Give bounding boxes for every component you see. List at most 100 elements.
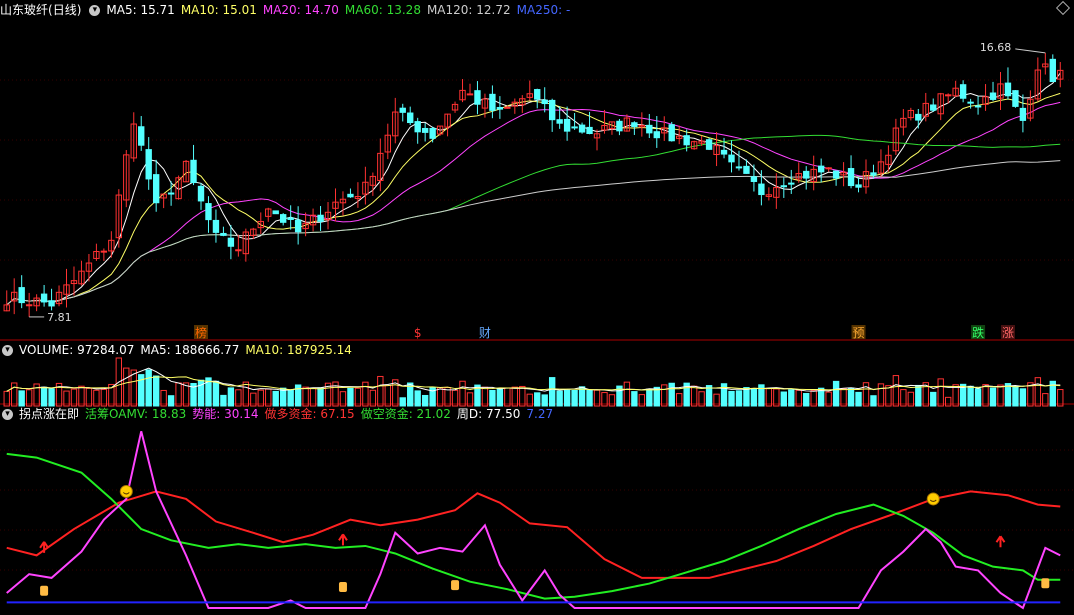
volume-bar [302, 386, 309, 407]
volume-bar [220, 394, 227, 407]
volume-bar [870, 395, 877, 407]
event-marker: $ [414, 326, 422, 340]
hand-pointer-icon [338, 581, 347, 592]
candle-body [227, 237, 235, 247]
candle-body [930, 104, 937, 111]
candles [3, 52, 1064, 317]
candle-body [728, 154, 735, 163]
volume-bar [832, 380, 840, 407]
candle-body [421, 127, 429, 133]
volume-ma-5 [6, 367, 1061, 392]
volume-bar [668, 382, 675, 407]
candle-body [100, 250, 108, 253]
candle-body [974, 105, 982, 108]
volume-bar [167, 395, 175, 407]
volume-bar [489, 389, 496, 407]
candle-body [466, 93, 474, 96]
low-label: 7.81 [47, 311, 72, 324]
volume-bar [885, 385, 892, 407]
volume-bar [18, 390, 25, 407]
volume-bar [735, 390, 743, 407]
volume-bar [265, 388, 272, 407]
candle-body [847, 168, 855, 187]
event-marker: 跌 [972, 325, 984, 340]
volume-bar [586, 389, 593, 407]
volume-bar [384, 384, 391, 407]
volume-bar [309, 387, 317, 407]
volume-bar [317, 387, 324, 407]
volume-bar [548, 377, 556, 407]
volume-bar [967, 385, 974, 407]
volume-bar [556, 390, 563, 407]
volume-bar [765, 387, 773, 407]
volume-bar [1012, 385, 1019, 407]
up-arrow-icon [338, 533, 348, 546]
high-label: 16.68 [980, 41, 1012, 54]
volume-bar [511, 386, 519, 407]
candle-body [1012, 90, 1019, 107]
candle-body [212, 219, 220, 233]
smiley-icon [119, 484, 133, 498]
volume-bar [48, 388, 55, 407]
candle-body [294, 219, 302, 233]
candle-body [967, 101, 974, 104]
volume-bar [287, 389, 294, 407]
candle-body [48, 300, 55, 307]
volume-bar [145, 369, 152, 407]
event-markers: 榜 $ 财 预 跌 涨 [194, 325, 1015, 340]
volume-bar [780, 391, 787, 407]
candle-body [758, 183, 765, 196]
volume-bar [877, 383, 885, 407]
candle-body [683, 135, 690, 146]
volume-bar [70, 388, 78, 407]
candle-body [616, 120, 623, 132]
volume-bar [11, 382, 18, 407]
candle-body [631, 122, 638, 128]
candle-body [489, 93, 496, 111]
candle-body [989, 92, 997, 100]
volume-bar [705, 385, 713, 407]
volume-bars [3, 357, 1064, 407]
volume-bar [997, 384, 1004, 407]
hand-pointer-icon [451, 580, 460, 591]
volume-bar [631, 391, 638, 407]
volume-bar [1004, 383, 1012, 407]
chart-canvas: 16.68 7.81 榜 $ 财 预 跌 涨 [0, 41, 1074, 610]
volume-bar [504, 387, 511, 407]
candle-body [287, 217, 294, 220]
candle-body [1049, 58, 1056, 83]
candle-body [578, 124, 586, 133]
candle-body [399, 107, 406, 113]
candle-body [803, 170, 810, 179]
candle-body [504, 106, 511, 109]
volume-bar [728, 390, 735, 407]
volume-bar [974, 388, 982, 407]
candle-body [832, 170, 840, 179]
volume-bar [646, 388, 653, 407]
volume-bar [944, 396, 952, 407]
candle-body [138, 126, 145, 146]
ma-line-ma20 [6, 101, 1061, 306]
high-arrow [1015, 48, 1046, 54]
candle-body [145, 149, 152, 180]
candle-body [944, 94, 952, 97]
volume-bar [937, 378, 944, 407]
candle-body [534, 89, 541, 100]
candle-body [220, 232, 227, 236]
volume-bar [773, 388, 780, 407]
volume-bar [750, 388, 758, 407]
volume-bar [690, 385, 698, 407]
volume-bar [855, 391, 862, 407]
volume-bar [623, 381, 631, 407]
candle-body [720, 149, 728, 155]
candle-body [780, 185, 787, 188]
volume-bar [78, 385, 85, 407]
indicator-line [6, 490, 1061, 579]
volume-ma-lines [6, 367, 1061, 392]
hand-pointer-icon [1041, 578, 1050, 589]
volume-bar [481, 386, 489, 407]
candle-body [571, 126, 578, 129]
candle-body [541, 99, 548, 105]
candle-body [750, 176, 758, 182]
volume-bar [915, 384, 922, 407]
